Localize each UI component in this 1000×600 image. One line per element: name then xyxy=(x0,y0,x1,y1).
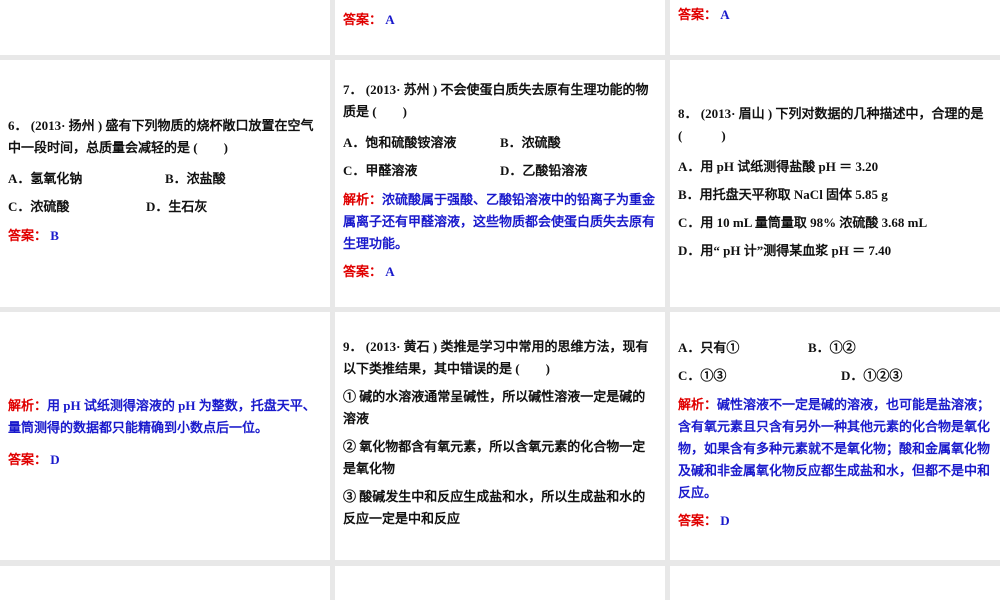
slide-q9[interactable]: 9． (2013· 黄石 ) 类推是学习中常用的思维方法，现有以下类推结果，其中… xyxy=(335,312,665,560)
option-d: D．生石灰 xyxy=(146,198,208,214)
slide-thumbnail[interactable] xyxy=(0,0,330,55)
answer-value: D xyxy=(720,513,730,528)
answer-label: 答案： xyxy=(678,7,718,22)
slide-q9-options[interactable]: A．只有① B．①② C．①③ D．①②③ 解析：碱性溶液不一定是碱的溶液，也可能是… xyxy=(670,312,1000,560)
answer-line: 答案： A xyxy=(678,4,730,23)
option-d: D．①②③ xyxy=(841,368,903,383)
option-c: C．甲醛溶液 xyxy=(343,162,418,178)
option-a: A．用 pH 试纸测得盐酸 pH ＝ 3.20 xyxy=(678,158,879,174)
answer-label: 答案： xyxy=(343,263,383,279)
question-stem: 7． (2013· 苏州 ) 不会使蛋白质失去原有生理功能的物质是 ( ) xyxy=(343,81,649,119)
question-stem: 9． (2013· 黄石 ) 类推是学习中常用的思维方法，现有以下类推结果，其中… xyxy=(343,339,649,376)
slide-q8-analysis[interactable]: 解析：用 pH 试纸测得溶液的 pH 为整数，托盘天平、量筒测得的数据都只能精确… xyxy=(0,312,330,560)
option-a: A．氢氧化钠 xyxy=(8,170,83,186)
answer-label: 答案： xyxy=(8,452,48,467)
answer-value: A xyxy=(720,7,730,22)
analysis-text: 浓硫酸属于强酸、乙酸铅溶液中的铅离子为重金属离子还有甲醛溶液，这些物质都会使蛋白… xyxy=(343,191,656,251)
slide-thumbnail[interactable]: 答案： A xyxy=(335,0,665,55)
statement-1: ① 碱的水溶液通常呈碱性，所以碱性溶液一定是碱的溶液 xyxy=(343,389,646,426)
answer-value: A xyxy=(385,263,395,279)
slide-thumbnail[interactable]: 答案： A xyxy=(670,0,1000,55)
answer-value: B xyxy=(50,227,59,243)
question-stem: 8． (2013· 眉山 ) 下列对数据的几种描述中，合理的是 ( ) xyxy=(678,105,984,143)
answer-value: D xyxy=(50,452,60,467)
option-d: D．乙酸铅溶液 xyxy=(500,162,588,178)
answer-value: A xyxy=(385,12,395,27)
option-b: B．浓硫酸 xyxy=(500,134,561,150)
option-b: B．①② xyxy=(808,340,856,355)
slide-q6[interactable]: 6． (2013· 扬州 ) 盛有下列物质的烧杯敞口放置在空气中一段时间，总质量… xyxy=(0,60,330,307)
option-c: C．①③ xyxy=(678,368,727,383)
slide-q8[interactable]: 8． (2013· 眉山 ) 下列对数据的几种描述中，合理的是 ( ) A．用 … xyxy=(670,60,1000,307)
statement-2: ② 氧化物都含有氧元素，所以含氧元素的化合物一定是氧化物 xyxy=(343,439,646,476)
answer-line: 答案： A xyxy=(343,9,395,28)
slide-thumbnail[interactable] xyxy=(335,566,665,600)
analysis-label: 解析： xyxy=(678,397,718,412)
slide-thumbnail[interactable] xyxy=(0,566,330,600)
analysis-text: 用 pH 试纸测得溶液的 pH 为整数，托盘天平、量筒测得的数据都只能精确到小数… xyxy=(8,398,316,435)
analysis-label: 解析： xyxy=(8,398,48,413)
statement-3: ③ 酸碱发生中和反应生成盐和水，所以生成盐和水的反应一定是中和反应 xyxy=(343,489,646,526)
analysis-label: 解析： xyxy=(343,191,383,207)
option-b: B．用托盘天平称取 NaCl 固体 5.85 g xyxy=(678,186,888,202)
slide-thumbnail[interactable] xyxy=(670,566,1000,600)
option-d: D．用“ pH 计”测得某血浆 pH ＝ 7.40 xyxy=(678,242,892,258)
option-a: A．只有① xyxy=(678,340,740,355)
question-stem: 6． (2013· 扬州 ) 盛有下列物质的烧杯敞口放置在空气中一段时间，总质量… xyxy=(8,117,314,155)
option-c: C．浓硫酸 xyxy=(8,198,70,214)
answer-label: 答案： xyxy=(8,227,48,243)
analysis-text: 碱性溶液不一定是碱的溶液，也可能是盐溶液；含有氧元素且只含有另外一种其他元素的化… xyxy=(678,397,991,500)
option-b: B．浓盐酸 xyxy=(165,170,226,186)
option-a: A．饱和硫酸铵溶液 xyxy=(343,134,457,150)
answer-label: 答案： xyxy=(343,12,383,27)
option-c: C．用 10 mL 量筒量取 98% 浓硫酸 3.68 mL xyxy=(678,214,928,230)
answer-label: 答案： xyxy=(678,513,718,528)
slide-q7[interactable]: 7． (2013· 苏州 ) 不会使蛋白质失去原有生理功能的物质是 ( ) A．… xyxy=(335,60,665,307)
